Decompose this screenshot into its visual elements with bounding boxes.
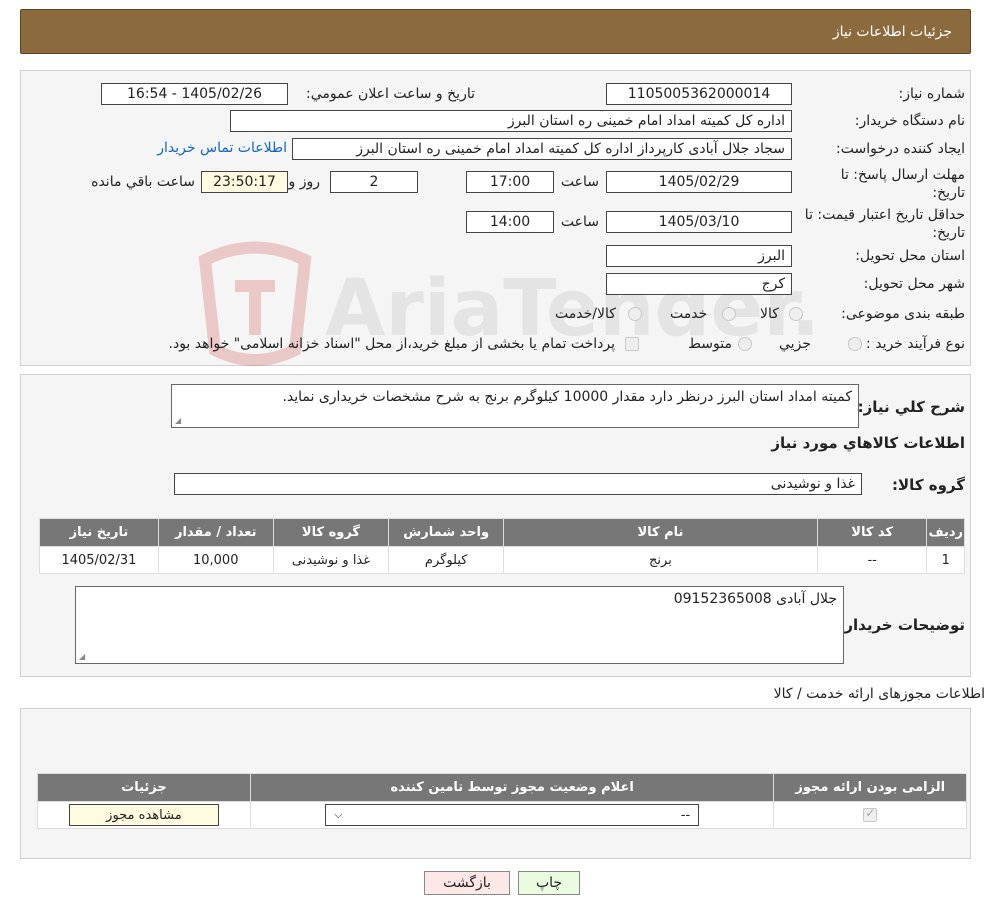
- col-row: ردیف: [926, 518, 965, 547]
- check-icon: ✓: [865, 806, 876, 820]
- category-goods-label: کالا: [760, 306, 779, 322]
- days-label: روز و: [288, 174, 321, 190]
- creator-field: سجاد جلال آبادی کارپرداز اداره کل کمیته …: [292, 138, 792, 160]
- announce-label: تاریخ و ساعت اعلان عمومي:: [306, 86, 475, 102]
- goods-table: ردیف کد کالا نام کالا واحد شمارش گروه کا…: [39, 518, 965, 574]
- page-header: جزئیات اطلاعات نیاز: [20, 9, 971, 54]
- announce-datetime-field: 1405/02/26 - 16:54: [101, 83, 288, 105]
- days-field: 2: [330, 171, 418, 193]
- buyer-org-field: اداره کل کمیته امداد امام خمینی ره استان…: [230, 110, 792, 132]
- buyer-notes-label: توضیحات خریدار:: [838, 616, 965, 634]
- goods-section-title: اطلاعات کالاهاي مورد نیاز: [771, 434, 965, 452]
- permits-table: الزامی بودن ارائه مجوز اعلام وضعیت مجوز …: [37, 773, 967, 829]
- city-label: شهر محل تحویل:: [863, 276, 965, 292]
- reply-date-field: 1405/02/29: [606, 171, 792, 193]
- treasury-checkbox[interactable]: [625, 337, 639, 351]
- category-service-label: خدمت: [670, 306, 708, 322]
- process-medium-radio[interactable]: [738, 337, 752, 351]
- cell-code: --: [816, 546, 928, 574]
- back-button[interactable]: بازگشت: [424, 871, 510, 895]
- buyer-contact-link[interactable]: اطلاعات تماس خریدار: [157, 140, 287, 156]
- permits-section-title: اطلاعات مجوزهای ارائه خدمت / کالا: [773, 686, 985, 702]
- cell-qty: 10,000: [157, 546, 274, 574]
- resize-grip-icon: ◢: [79, 652, 86, 661]
- resize-grip-icon: ◢: [175, 416, 182, 425]
- col-unit: واحد شمارش: [388, 518, 505, 547]
- col-permit-required: الزامی بودن ارائه مجوز: [773, 773, 967, 802]
- creator-label: ایجاد کننده درخواست:: [836, 141, 965, 157]
- validity-date-field: 1405/03/10: [606, 211, 792, 233]
- col-group: گروه کالا: [272, 518, 390, 547]
- description-textarea[interactable]: کمیته امداد استان البرز درنظر دارد مقدار…: [171, 384, 859, 428]
- view-permit-button[interactable]: مشاهده مجوز: [68, 804, 219, 826]
- col-permit-details: جزئیات: [37, 773, 251, 802]
- description-label: شرح کلي نیاز:: [857, 398, 965, 416]
- category-goods-service-label: کالا/خدمت: [555, 306, 616, 322]
- validity-time-field: 14:00: [466, 211, 554, 233]
- province-field: البرز: [606, 245, 792, 267]
- cell-unit: کیلوگرم: [388, 546, 505, 574]
- process-medium-label: متوسط: [688, 336, 732, 352]
- col-permit-status: اعلام وضعیت مجوز توسط تامین کننده: [249, 773, 775, 802]
- col-code: کد کالا: [816, 518, 928, 547]
- print-button[interactable]: چاپ: [518, 871, 580, 895]
- cell-row: 1: [926, 546, 965, 574]
- validity-time-label: ساعت: [560, 214, 599, 230]
- cell-group: غذا و نوشیدنی: [272, 546, 390, 574]
- category-label: طبقه بندی موضوعی:: [841, 306, 965, 322]
- city-field: کرج: [606, 273, 792, 295]
- treasury-note: پرداخت تمام یا بخشی از مبلغ خرید،از محل …: [168, 336, 615, 352]
- category-goods-radio[interactable]: [789, 307, 803, 321]
- permit-status-select[interactable]: -- ⌵: [325, 804, 700, 826]
- process-label: نوع فرآیند خرید :: [866, 336, 965, 352]
- remaining-time-field: 23:50:17: [201, 171, 288, 193]
- validity-label: حداقل تاریخ اعتبار قیمت: تا تاریخ:: [804, 207, 965, 241]
- permit-required-checkbox: ✓: [863, 806, 878, 822]
- reply-time-field: 17:00: [466, 171, 554, 193]
- chevron-down-icon: ⌵: [334, 808, 343, 821]
- description-text: کمیته امداد استان البرز درنظر دارد مقدار…: [282, 389, 852, 405]
- process-minor-label: جزیي: [779, 336, 811, 352]
- cell-permit-required: ✓: [773, 801, 967, 829]
- goods-group-field: غذا و نوشیدنی: [174, 473, 862, 495]
- buyer-notes-text: جلال آبادی 09152365008: [673, 591, 837, 607]
- buyer-notes-textarea[interactable]: جلال آبادی 09152365008 ◢: [75, 586, 844, 664]
- reply-deadline-label: مهلت ارسال پاسخ: تا تاریخ:: [840, 167, 965, 201]
- process-minor-radio[interactable]: [848, 337, 862, 351]
- cell-date: 1405/02/31: [39, 546, 159, 574]
- cell-permit-details: مشاهده مجوز: [37, 801, 251, 829]
- col-date: تاریخ نیاز: [39, 518, 159, 547]
- category-goods-service-radio[interactable]: [628, 307, 642, 321]
- remaining-time-label: ساعت باقي مانده: [91, 174, 195, 190]
- permit-status-value: --: [680, 807, 691, 823]
- cell-name: برنج: [503, 546, 818, 574]
- province-label: استان محل تحویل:: [855, 248, 965, 264]
- table-row: ✓ -- ⌵ مشاهده مجوز: [37, 801, 967, 829]
- table-row: 1 -- برنج کیلوگرم غذا و نوشیدنی 10,000 1…: [39, 546, 965, 574]
- page-title: جزئیات اطلاعات نیاز: [832, 23, 952, 40]
- permits-table-header: الزامی بودن ارائه مجوز اعلام وضعیت مجوز …: [37, 773, 967, 802]
- goods-table-header: ردیف کد کالا نام کالا واحد شمارش گروه کا…: [39, 518, 965, 547]
- reply-time-label: ساعت: [560, 174, 599, 190]
- buyer-org-label: نام دستگاه خریدار:: [854, 113, 965, 129]
- category-service-radio[interactable]: [722, 307, 736, 321]
- cell-permit-status: -- ⌵: [249, 801, 775, 829]
- goods-group-label: گروه کالا:: [892, 476, 965, 494]
- col-name: نام کالا: [503, 518, 818, 547]
- col-qty: تعداد / مقدار: [157, 518, 274, 547]
- need-number-field: 1105005362000014: [606, 83, 792, 105]
- need-number-label: شماره نیاز:: [898, 86, 966, 102]
